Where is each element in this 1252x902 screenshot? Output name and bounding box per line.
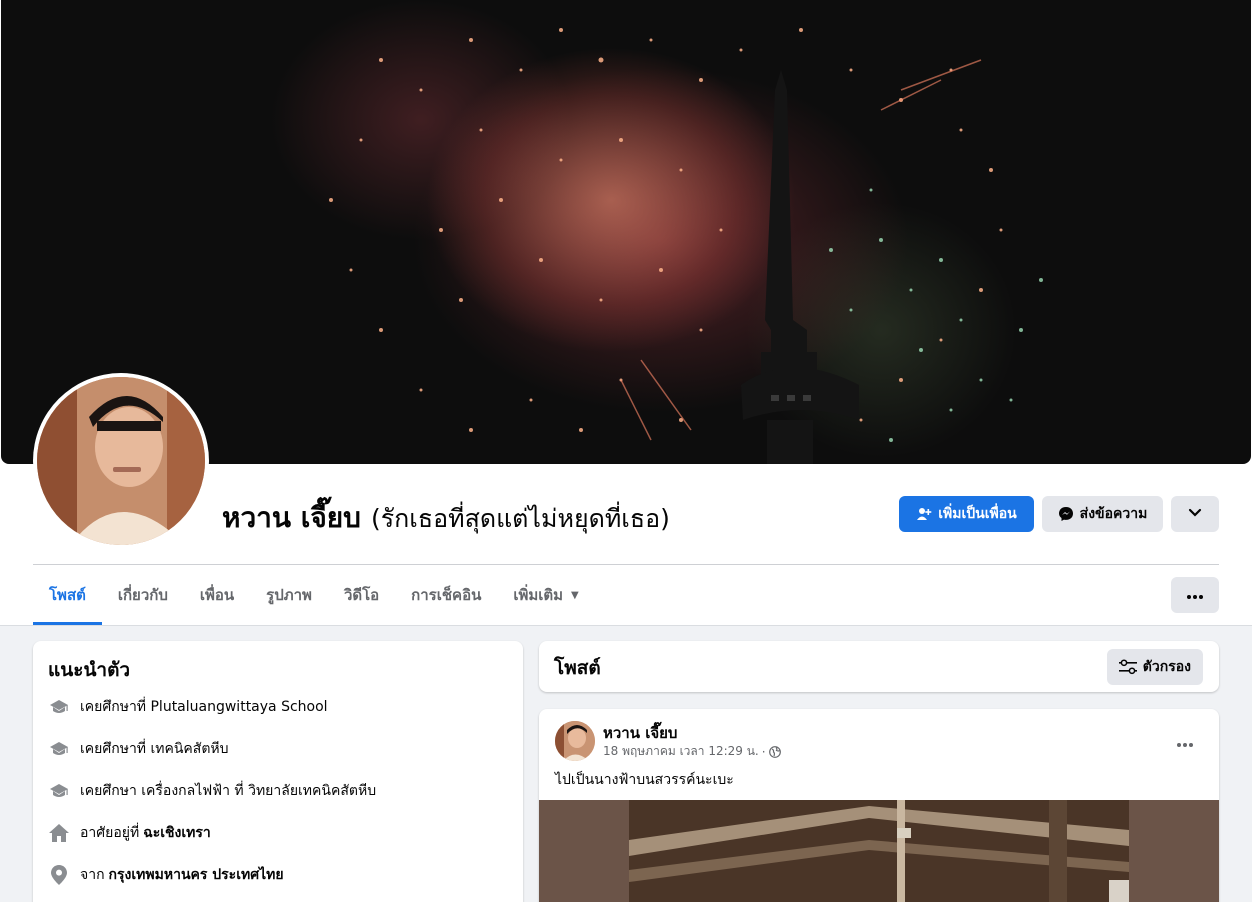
intro-item-link[interactable]: ฉะเชิงเทรา	[143, 822, 211, 844]
add-friend-button[interactable]: เพิ่มเป็นเพื่อน	[899, 496, 1034, 532]
cover-photo[interactable]	[1, 0, 1251, 464]
tab-more[interactable]: เพิ่มเติม ▼	[497, 565, 594, 625]
tab-posts[interactable]: โพสต์	[33, 565, 102, 625]
tab-label: วิดีโอ	[343, 586, 380, 604]
intro-item-link[interactable]: กรุงเทพมหานคร ประเทศไทย	[109, 864, 284, 886]
header-bottom-border	[0, 625, 1252, 626]
post-text: ไปเป็นนางฟ้าบนสวรรค์นะเบะ	[555, 772, 734, 788]
profile-name-heading: หวาน เจี๊ยบ (รักเธอที่สุดแต่ไม่หยุดที่เธ…	[222, 496, 670, 536]
fireworks-image	[329, 28, 1043, 464]
filter-sliders-icon	[1118, 659, 1137, 675]
tab-label: รูปภาพ	[266, 586, 312, 604]
globe-icon	[768, 745, 781, 758]
tab-checkins[interactable]: การเช็คอิน	[395, 565, 497, 625]
post-options-button[interactable]	[1167, 723, 1203, 759]
profile-tabs: โพสต์ เกี่ยวกับ เพื่อน รูปภาพ วิดีโอ การ…	[33, 565, 595, 625]
add-friend-label: เพิ่มเป็นเพื่อน	[938, 506, 1017, 522]
post-timestamp[interactable]: 18 พฤษภาคม เวลา 12:29 น.	[603, 742, 759, 761]
intro-item-from: จาก กรุงเทพมหานคร ประเทศไทย	[48, 861, 284, 889]
more-horizontal-icon	[1177, 732, 1193, 751]
tab-photos[interactable]: รูปภาพ	[250, 565, 328, 625]
post-photo[interactable]	[539, 800, 1219, 902]
tab-label: การเช็คอิน	[411, 586, 482, 604]
tab-label: เกี่ยวกับ	[117, 586, 168, 604]
profile-picture-image	[37, 377, 205, 545]
filter-button[interactable]: ตัวกรอง	[1106, 649, 1203, 685]
location-pin-icon	[48, 864, 70, 886]
post-meta: 18 พฤษภาคม เวลา 12:29 น. ·	[603, 742, 781, 761]
intro-item-text: อาศัยอยู่ที่	[80, 825, 140, 841]
posts-header-card: โพสต์ ตัวกรอง	[539, 641, 1219, 692]
post-card: หวาน เจี๊ยบ 18 พฤษภาคม เวลา 12:29 น. · ไ…	[539, 709, 1219, 902]
home-icon	[48, 822, 70, 844]
graduation-cap-icon	[48, 738, 70, 760]
intro-item-text: เคยศึกษา เครื่องกลไฟฟ้า ที่ วิทยาลัยเทคน…	[80, 783, 377, 799]
intro-item-text: เคยศึกษาที่ Plutaluangwittaya School	[80, 699, 328, 715]
intro-item-text: จาก	[80, 867, 105, 883]
post-photo-image	[629, 800, 1129, 902]
tab-friends[interactable]: เพื่อน	[184, 565, 250, 625]
tab-videos[interactable]: วิดีโอ	[328, 565, 395, 625]
profile-alternate-name: (รักเธอที่สุดแต่ไม่หยุดที่เธอ)	[370, 504, 670, 533]
profile-picture[interactable]	[33, 373, 209, 549]
intro-card: แนะนำตัว เคยศึกษาที่ Plutaluangwittaya S…	[33, 641, 523, 902]
tab-label: เพื่อน	[199, 586, 235, 604]
tabs-more-options-button[interactable]	[1171, 577, 1219, 613]
caret-down-icon: ▼	[571, 589, 579, 601]
add-friend-icon	[916, 506, 932, 522]
tab-label: เพิ่มเติม	[513, 586, 564, 604]
intro-item-education: เคยศึกษา เครื่องกลไฟฟ้า ที่ วิทยาลัยเทคน…	[48, 777, 376, 805]
messenger-icon	[1058, 506, 1074, 522]
message-label: ส่งข้อความ	[1079, 506, 1148, 522]
intro-item-text: เคยศึกษาที่ เทคนิคสัตหีบ	[80, 741, 229, 757]
tab-about[interactable]: เกี่ยวกับ	[102, 565, 184, 625]
graduation-cap-icon	[48, 696, 70, 718]
graduation-cap-icon	[48, 780, 70, 802]
post-meta-separator: ·	[761, 744, 766, 759]
tab-label: โพสต์	[49, 586, 86, 604]
profile-name: หวาน เจี๊ยบ	[222, 501, 361, 534]
post-author-avatar[interactable]	[555, 721, 595, 761]
profile-header: หวาน เจี๊ยบ (รักเธอที่สุดแต่ไม่หยุดที่เธ…	[0, 0, 1252, 626]
filter-label: ตัวกรอง	[1142, 659, 1191, 675]
posts-title: โพสต์	[554, 657, 601, 679]
message-button[interactable]: ส่งข้อความ	[1042, 496, 1163, 532]
intro-item-education: เคยศึกษาที่ เทคนิคสัตหีบ	[48, 735, 229, 763]
more-actions-dropdown-button[interactable]	[1171, 496, 1219, 532]
intro-title: แนะนำตัว	[48, 659, 131, 681]
chevron-down-icon	[1188, 506, 1202, 522]
intro-item-education: เคยศึกษาที่ Plutaluangwittaya School	[48, 693, 328, 721]
more-horizontal-icon	[1187, 587, 1203, 603]
intro-item-lives-in: อาศัยอยู่ที่ ฉะเชิงเทรา	[48, 819, 211, 847]
